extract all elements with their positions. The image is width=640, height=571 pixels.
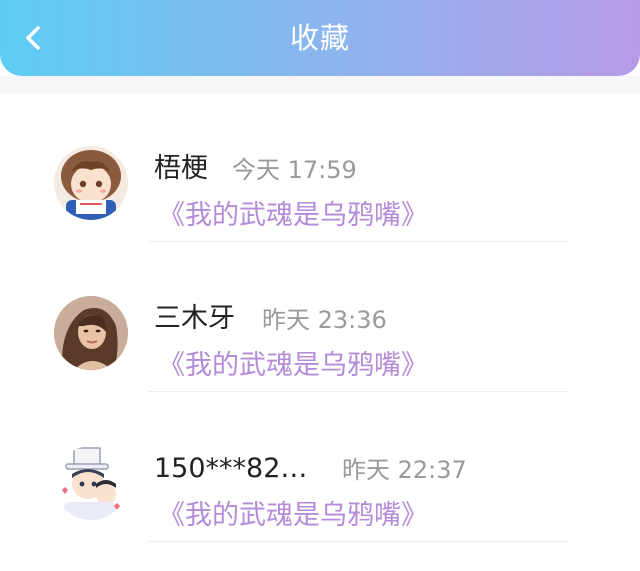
divider <box>148 241 568 242</box>
avatar[interactable] <box>54 296 128 370</box>
anime-boy-avatar-icon <box>54 146 128 220</box>
divider <box>148 541 568 542</box>
page-title: 收藏 <box>289 21 350 55</box>
book-title-link[interactable]: 《我的武魂是乌鸦嘴》 <box>158 198 428 234</box>
timestamp: 今天 17:59 <box>232 156 357 184</box>
divider <box>148 391 568 392</box>
timestamp: 昨天 23:36 <box>262 306 387 334</box>
favorite-item[interactable]: 梧梗 今天 17:59 《我的武魂是乌鸦嘴》 <box>0 94 640 244</box>
book-title-link[interactable]: 《我的武魂是乌鸦嘴》 <box>158 498 428 534</box>
user-name: 三木牙 <box>154 303 235 334</box>
avatar[interactable] <box>54 446 128 520</box>
anime-thief-avatar-icon <box>54 446 128 520</box>
header-divider-band <box>0 76 640 94</box>
woman-photo-avatar-icon <box>54 296 128 370</box>
user-name: 梧梗 <box>154 153 208 184</box>
favorite-item[interactable]: 三木牙 昨天 23:36 《我的武魂是乌鸦嘴》 <box>0 244 640 394</box>
user-name: 150***82… <box>154 453 308 484</box>
book-title-link[interactable]: 《我的武魂是乌鸦嘴》 <box>158 348 428 384</box>
avatar[interactable] <box>54 146 128 220</box>
top-bar: 收藏 <box>0 0 640 76</box>
favorite-item[interactable]: 150***82… 昨天 22:37 《我的武魂是乌鸦嘴》 <box>0 394 640 544</box>
timestamp: 昨天 22:37 <box>342 456 467 484</box>
